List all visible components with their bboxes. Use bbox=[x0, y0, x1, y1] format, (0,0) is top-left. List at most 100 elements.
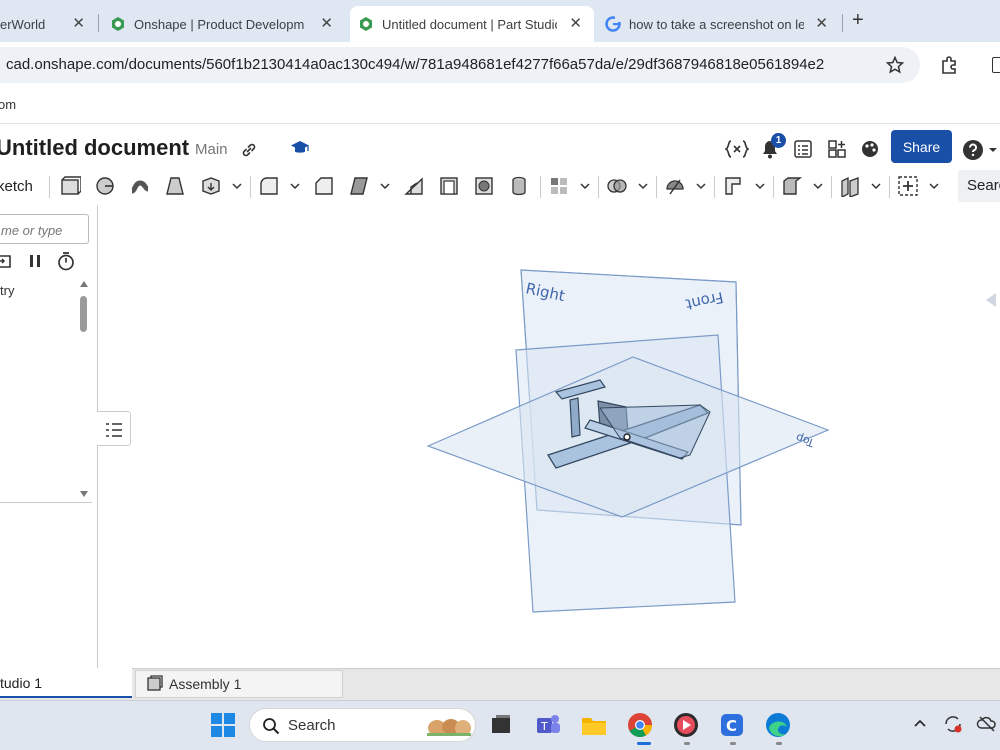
app-store-icon[interactable] bbox=[827, 139, 847, 159]
tab-assembly[interactable]: Assembly 1 bbox=[135, 670, 343, 698]
document-title[interactable]: Untitled document bbox=[0, 135, 189, 161]
close-icon[interactable]: ✕ bbox=[569, 14, 582, 32]
pause-icon[interactable] bbox=[26, 252, 44, 270]
frame-icon[interactable] bbox=[839, 175, 861, 197]
revolve-icon[interactable] bbox=[94, 175, 116, 197]
feature-list-item[interactable]: try bbox=[0, 283, 14, 298]
taskbar-search[interactable]: Search bbox=[249, 708, 476, 742]
tab-separator bbox=[98, 14, 99, 32]
tab-part-studio[interactable]: tudio 1 bbox=[0, 668, 132, 698]
bookmarks-bar: om bbox=[0, 88, 1000, 124]
extensions-icon[interactable] bbox=[939, 55, 959, 75]
onedrive-offline-icon[interactable] bbox=[976, 713, 998, 735]
sync-icon[interactable] bbox=[942, 713, 964, 735]
pattern-icon[interactable] bbox=[548, 175, 570, 197]
google-icon bbox=[605, 16, 621, 32]
running-indicator bbox=[730, 742, 736, 745]
file-explorer-icon[interactable] bbox=[580, 711, 608, 739]
chevron-up-icon[interactable] bbox=[913, 718, 927, 728]
close-icon[interactable]: ✕ bbox=[72, 14, 85, 32]
task-view-icon[interactable] bbox=[487, 711, 515, 739]
onshape-icon bbox=[112, 17, 124, 31]
draft-icon[interactable] bbox=[348, 175, 370, 197]
fillet-icon[interactable] bbox=[258, 175, 280, 197]
tab-makerworld[interactable]: erWorld ✕ bbox=[0, 6, 95, 42]
tab-onshape-product[interactable]: Onshape | Product Developme ✕ bbox=[110, 6, 345, 42]
media-player-icon[interactable] bbox=[672, 711, 700, 739]
scroll-up-icon[interactable] bbox=[79, 280, 89, 288]
teams-icon[interactable]: T bbox=[534, 711, 562, 739]
plane-icon[interactable] bbox=[723, 175, 745, 197]
cylinder-icon[interactable] bbox=[508, 175, 530, 197]
graphics-viewport[interactable]: Right Front Top bbox=[98, 205, 1000, 668]
thicken-icon[interactable] bbox=[200, 175, 222, 197]
taskbar-search-label: Search bbox=[288, 717, 336, 734]
extrude-icon[interactable] bbox=[59, 175, 81, 197]
chevron-down-icon[interactable] bbox=[696, 181, 706, 191]
link-icon[interactable] bbox=[240, 141, 258, 159]
chevron-down-icon[interactable] bbox=[290, 181, 300, 191]
rib-icon[interactable] bbox=[403, 175, 425, 197]
stopwatch-icon[interactable] bbox=[56, 251, 76, 271]
share-button[interactable]: Share bbox=[891, 130, 952, 163]
chevron-down-icon[interactable] bbox=[813, 181, 823, 191]
tab-title: Onshape | Product Developme bbox=[134, 16, 304, 32]
assembly-icon bbox=[147, 675, 163, 691]
add-custom-feature-icon[interactable] bbox=[897, 175, 919, 197]
help-icon[interactable] bbox=[962, 139, 984, 161]
toolbar-divider bbox=[250, 176, 251, 198]
running-indicator bbox=[684, 742, 690, 745]
chevron-down-icon[interactable] bbox=[929, 181, 939, 191]
chevron-down-icon[interactable] bbox=[380, 181, 390, 191]
app-c-icon[interactable]: C bbox=[718, 711, 746, 739]
hole-icon[interactable] bbox=[473, 175, 495, 197]
tab-google-search[interactable]: how to take a screenshot on len ✕ bbox=[605, 6, 840, 42]
shell-icon[interactable] bbox=[438, 175, 460, 197]
omnibox[interactable]: cad.onshape.com/documents/560f1b2130414a… bbox=[0, 47, 920, 83]
rollback-icon[interactable] bbox=[0, 252, 14, 270]
search-tools-button[interactable]: Searc bbox=[958, 170, 1000, 202]
bookmark-star-icon[interactable] bbox=[886, 56, 904, 74]
chevron-down-icon[interactable] bbox=[638, 181, 648, 191]
new-tab-button[interactable]: + bbox=[852, 9, 864, 32]
tasks-checklist-icon[interactable] bbox=[793, 139, 813, 159]
sketch-button[interactable]: ketch bbox=[0, 178, 33, 195]
split-icon[interactable] bbox=[664, 175, 686, 197]
appearance-palette-icon[interactable] bbox=[860, 139, 880, 159]
chrome-icon[interactable] bbox=[626, 711, 654, 739]
sheet-metal-icon[interactable] bbox=[781, 175, 803, 197]
collapse-right-panel-icon[interactable] bbox=[986, 293, 996, 307]
scroll-down-icon[interactable] bbox=[79, 490, 89, 498]
learning-center-icon[interactable] bbox=[290, 139, 310, 157]
edge-icon[interactable] bbox=[764, 711, 792, 739]
close-icon[interactable]: ✕ bbox=[320, 14, 333, 32]
svg-text:T: T bbox=[540, 720, 548, 733]
running-indicator bbox=[776, 742, 782, 745]
bookmark-item[interactable]: om bbox=[0, 97, 16, 112]
search-icon bbox=[263, 718, 280, 735]
chevron-down-icon[interactable] bbox=[580, 181, 590, 191]
boolean-icon[interactable] bbox=[606, 175, 628, 197]
variable-studio-icon[interactable] bbox=[725, 139, 749, 159]
address-bar-row: cad.onshape.com/documents/560f1b2130414a… bbox=[0, 42, 1000, 88]
tab-separator bbox=[842, 14, 843, 32]
branch-label[interactable]: Main bbox=[195, 141, 228, 158]
chevron-down-icon[interactable] bbox=[755, 181, 765, 191]
windows-start-icon[interactable] bbox=[209, 711, 237, 739]
tab-label: tudio 1 bbox=[0, 675, 43, 691]
url-text[interactable]: cad.onshape.com/documents/560f1b2130414a… bbox=[6, 56, 824, 73]
sidepanel-icon[interactable] bbox=[992, 57, 1000, 73]
toolbar-divider bbox=[49, 176, 50, 198]
onshape-icon bbox=[360, 17, 372, 31]
chevron-down-icon[interactable] bbox=[871, 181, 881, 191]
tab-title: Untitled document | Part Studio bbox=[382, 16, 557, 32]
chevron-down-icon[interactable] bbox=[988, 145, 998, 155]
scrollbar-thumb[interactable] bbox=[80, 296, 87, 332]
tab-untitled-document[interactable]: Untitled document | Part Studio ✕ bbox=[350, 6, 594, 42]
chamfer-icon[interactable] bbox=[313, 175, 335, 197]
close-icon[interactable]: ✕ bbox=[815, 14, 828, 32]
loft-icon[interactable] bbox=[164, 175, 186, 197]
sweep-icon[interactable] bbox=[129, 175, 151, 197]
chevron-down-icon[interactable] bbox=[232, 181, 242, 191]
filter-input[interactable]: me or type bbox=[0, 214, 89, 244]
